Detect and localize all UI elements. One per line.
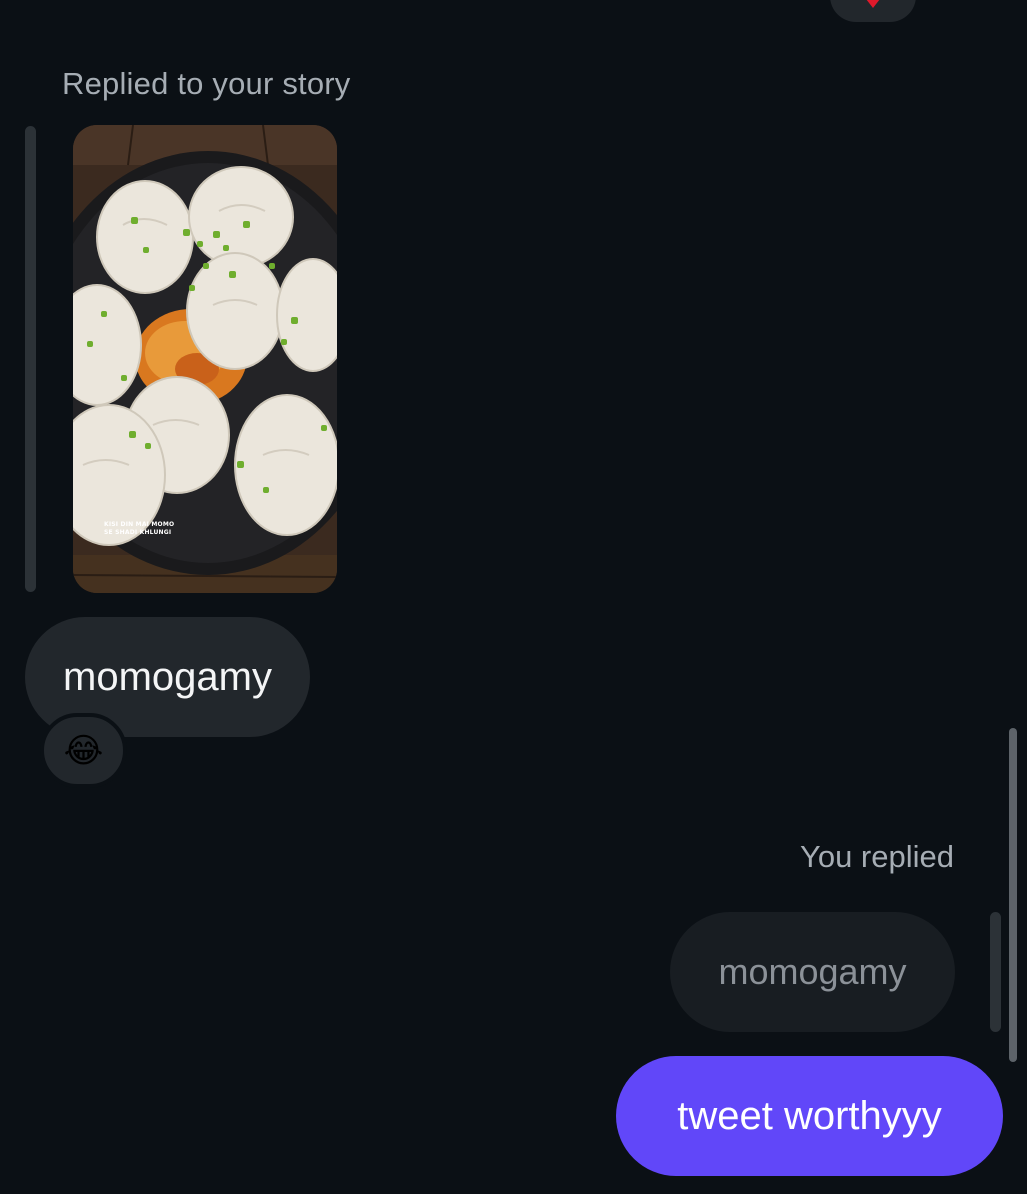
scrollbar[interactable] (1009, 728, 1017, 1062)
you-replied-caption: You replied (800, 839, 954, 874)
quote-indicator-bar (990, 912, 1001, 1032)
laughing-emoji-reaction[interactable]: 😂 (40, 713, 127, 788)
dm-thread: Replied to your story KISI DIN MAI MOMO … (0, 0, 1027, 1194)
story-reply-caption: Replied to your story (62, 66, 351, 101)
outgoing-message-bubble[interactable]: tweet worthyyy (616, 1056, 1003, 1176)
quoted-message-bubble[interactable]: momogamy (670, 912, 955, 1032)
message-reaction-badge[interactable] (830, 0, 916, 22)
story-overlay-line-2: SE SHADI KHLUNGI (104, 529, 172, 536)
story-overlay-line-1: KISI DIN MAI MOMO (104, 521, 175, 528)
heart-icon (866, 0, 880, 8)
story-overlay-text: KISI DIN MAI MOMO SE SHADI KHLUNGI (104, 521, 174, 537)
reply-indicator-bar (25, 126, 36, 592)
